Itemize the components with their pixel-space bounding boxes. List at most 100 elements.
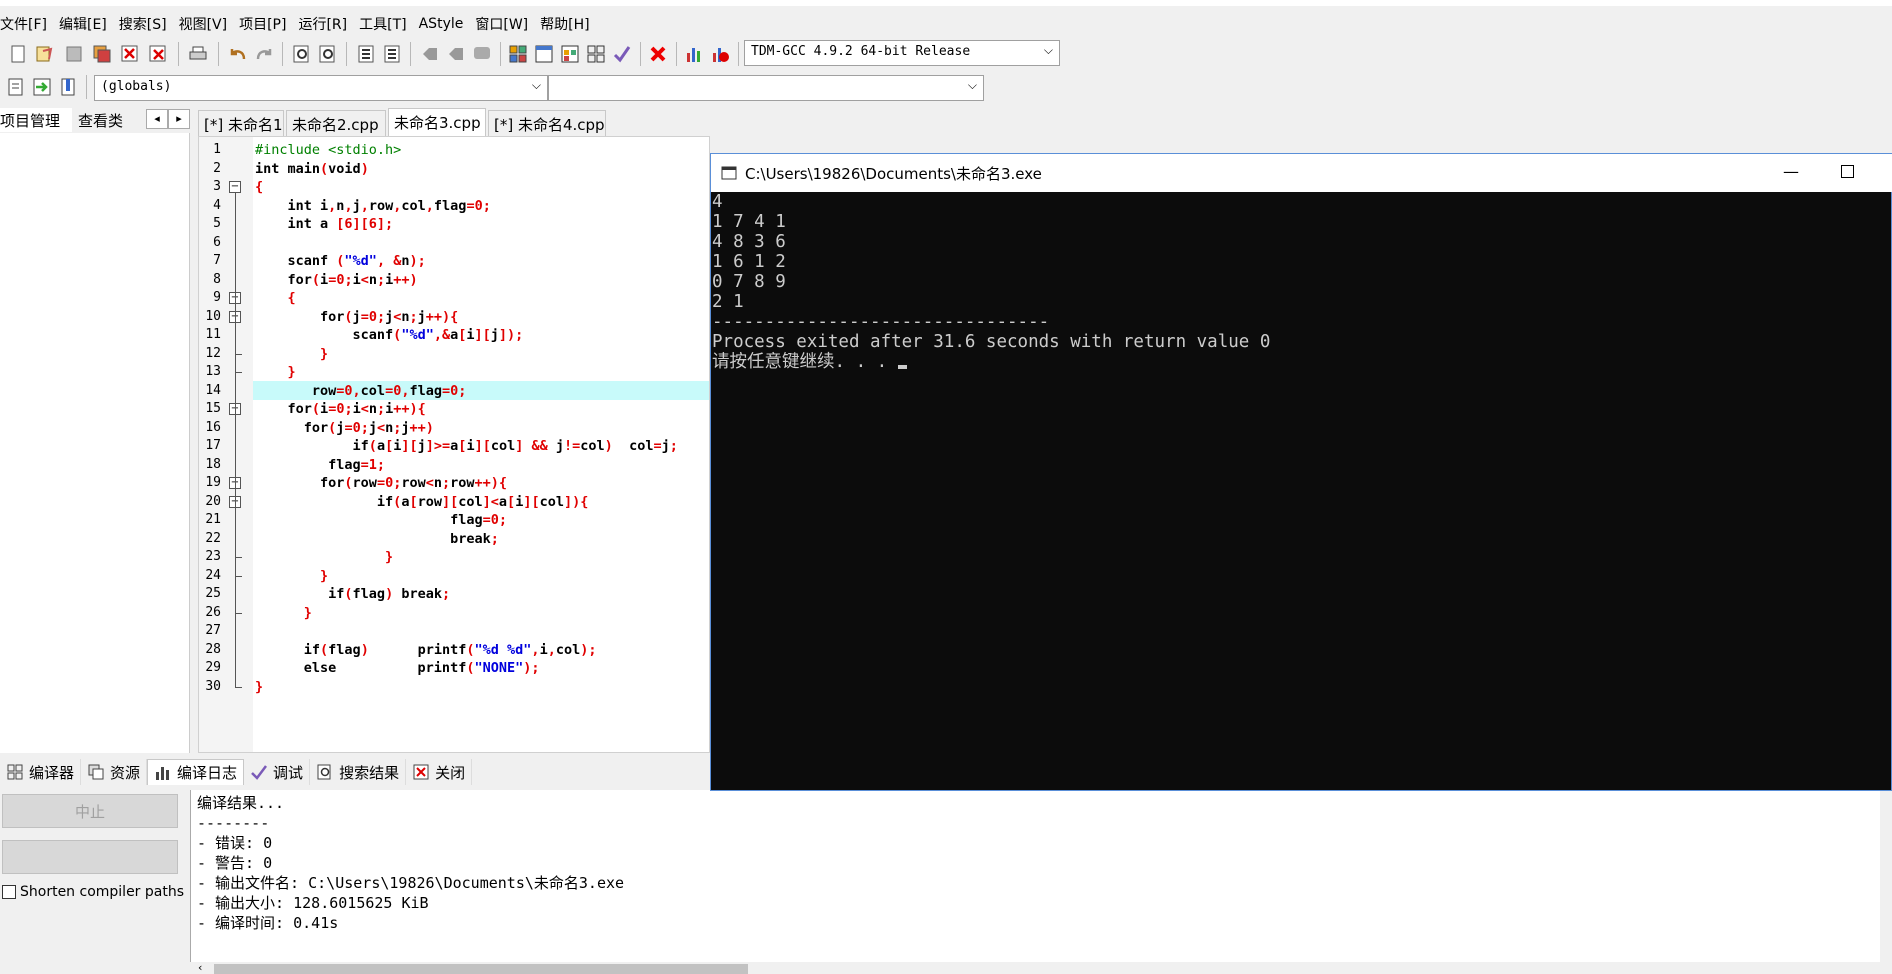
tab-scroll-left-icon[interactable]: ◂ bbox=[146, 109, 168, 129]
text-cursor bbox=[897, 365, 907, 369]
tab-resources[interactable]: 资源 bbox=[81, 759, 148, 785]
fold-end-marker bbox=[235, 372, 242, 373]
redo-icon[interactable] bbox=[252, 42, 276, 66]
syntax-check-icon[interactable] bbox=[610, 42, 634, 66]
abort-button[interactable]: 中止 bbox=[2, 794, 178, 828]
menu-tools[interactable]: 工具[T] bbox=[359, 14, 414, 34]
console-prompt-line: 请按任意键继续. . . bbox=[712, 352, 1892, 372]
tab-close-label: 关闭 bbox=[435, 763, 466, 782]
close-all-icon[interactable] bbox=[146, 42, 170, 66]
project-panel[interactable] bbox=[0, 133, 190, 753]
line-number: 12 bbox=[205, 345, 221, 361]
globals-select[interactable]: (globals) ⌵ bbox=[94, 75, 548, 101]
menu-help[interactable]: 帮助[H] bbox=[540, 14, 597, 34]
find-icon[interactable] bbox=[290, 42, 314, 66]
globals-select-value: (globals) bbox=[101, 79, 172, 94]
replace-icon[interactable] bbox=[316, 42, 340, 66]
tab-compiler[interactable]: 编译器 bbox=[0, 759, 82, 785]
tab-search-results[interactable]: 搜索结果 bbox=[310, 759, 407, 785]
menu-search[interactable]: 搜索[S] bbox=[119, 14, 175, 34]
scroll-left-icon[interactable]: ‹ bbox=[198, 961, 202, 974]
tab-project-manager[interactable]: 项目管理 bbox=[0, 108, 72, 132]
open-file-icon[interactable] bbox=[32, 42, 56, 66]
compile-run-icon[interactable] bbox=[558, 42, 582, 66]
menu-file[interactable]: 文件[F] bbox=[0, 14, 55, 34]
tab-scroll-right-icon[interactable]: ▸ bbox=[168, 109, 190, 129]
vertical-scrollbar[interactable] bbox=[1880, 790, 1892, 962]
toggle-bookmark-icon[interactable] bbox=[418, 42, 442, 66]
delete-profile-icon[interactable] bbox=[708, 42, 732, 66]
save-icon[interactable] bbox=[62, 42, 86, 66]
code-line: scanf("%d",&a[i][j]); bbox=[255, 327, 524, 343]
compiler-select[interactable]: TDM-GCC 4.9.2 64-bit Release ⌵ bbox=[744, 40, 1060, 66]
tab-file-3[interactable]: 未命名3.cpp bbox=[388, 108, 486, 136]
close-file-icon[interactable] bbox=[118, 42, 142, 66]
undo-icon[interactable] bbox=[226, 42, 250, 66]
save-all-icon[interactable] bbox=[90, 42, 114, 66]
tab-debug[interactable]: 调试 bbox=[244, 759, 311, 785]
tab-close[interactable]: 关闭 bbox=[406, 759, 473, 785]
console-output[interactable]: 4 1 7 4 1 4 8 3 6 1 6 1 2 0 7 8 9 2 1 --… bbox=[711, 192, 1892, 792]
code-line: else printf("NONE"); bbox=[255, 660, 540, 676]
menu-run[interactable]: 运行[R] bbox=[298, 14, 355, 34]
code-editor[interactable]: 1 2 3 4 5 6 7 8 9 10 11 12 13 14 15 16 17 18 19 20 21 22 23 24 2… bbox=[198, 136, 710, 753]
tab-compile-log[interactable]: 编译日志 bbox=[147, 759, 245, 785]
indent-icon[interactable] bbox=[354, 42, 378, 66]
menu-bar: 文件[F] 编辑[E] 搜索[S] 视图[V] 项目[P] 运行[R] 工具[T… bbox=[0, 12, 1892, 36]
unindent-icon[interactable] bbox=[380, 42, 404, 66]
line-number: 5 bbox=[213, 216, 221, 231]
shorten-paths-checkbox[interactable] bbox=[2, 885, 16, 899]
log-line: -------- bbox=[197, 814, 270, 832]
tab-class-browser[interactable]: 查看类 bbox=[78, 110, 138, 132]
code-line: for(j=0;j<n;j++) bbox=[255, 419, 434, 436]
menu-project[interactable]: 项目[P] bbox=[239, 14, 294, 34]
goto-bookmark-icon[interactable] bbox=[444, 42, 468, 66]
console-title-bar[interactable]: C:\Users\19826\Documents\未命名3.exe — bbox=[711, 154, 1892, 192]
tab-file-1[interactable]: [*] 未命名1 bbox=[198, 110, 284, 136]
menu-edit[interactable]: 编辑[E] bbox=[59, 14, 115, 34]
minimize-icon[interactable]: — bbox=[1783, 162, 1799, 181]
line-number: 24 bbox=[205, 567, 221, 583]
fold-toggle-icon[interactable]: − bbox=[229, 181, 241, 193]
fold-end-marker bbox=[235, 575, 242, 577]
line-number: 16 bbox=[205, 419, 221, 435]
check-icon bbox=[250, 763, 268, 781]
compile-icon[interactable] bbox=[506, 42, 530, 66]
menu-window[interactable]: 窗口[W] bbox=[475, 14, 536, 34]
code-line: } bbox=[287, 364, 296, 380]
log-line: - 错误: 0 bbox=[197, 834, 273, 852]
tab-file-2[interactable]: 未命名2.cpp bbox=[286, 110, 386, 136]
file-tabs: [*] 未命名1 未命名2.cpp 未命名3.cpp [*] 未命名4.cpp bbox=[198, 108, 708, 136]
console-window[interactable]: C:\Users\19826\Documents\未命名3.exe — 4 1 … bbox=[710, 153, 1892, 791]
code-line: for(i=0;i<n;i++) bbox=[255, 271, 418, 288]
line-number: 18 bbox=[205, 456, 221, 472]
insert-icon[interactable] bbox=[4, 75, 28, 99]
print-icon[interactable] bbox=[186, 42, 210, 66]
run-icon[interactable] bbox=[532, 42, 556, 66]
menu-astyle[interactable]: AStyle bbox=[419, 16, 472, 32]
tab-debug-label: 调试 bbox=[273, 763, 304, 782]
console-app-icon bbox=[721, 166, 737, 180]
log-line: - 警告: 0 bbox=[197, 854, 273, 872]
tab-file-4[interactable]: [*] 未命名4.cpp bbox=[488, 110, 606, 136]
code-line: int i,n,j,row,col,flag=0; bbox=[255, 197, 491, 214]
rebuild-icon[interactable] bbox=[584, 42, 608, 66]
code-line: int a [6][6]; bbox=[255, 216, 394, 232]
code-line: if(a[row][col]<a[i][col]){ bbox=[255, 493, 589, 510]
comment-icon[interactable] bbox=[470, 42, 494, 66]
goto-definition-icon[interactable] bbox=[30, 75, 54, 99]
line-number-gutter: 1 2 3 4 5 6 7 8 9 10 11 12 13 14 15 16 17 18 19 20 21 22 23 24 2… bbox=[199, 137, 253, 752]
profile-icon[interactable] bbox=[682, 42, 706, 66]
new-file-icon[interactable] bbox=[6, 42, 30, 66]
menu-view[interactable]: 视图[V] bbox=[179, 14, 236, 34]
tab-compile-log-label: 编译日志 bbox=[177, 764, 238, 782]
line-number: 21 bbox=[205, 512, 221, 527]
maximize-icon[interactable] bbox=[1841, 165, 1854, 178]
function-select[interactable]: ⌵ bbox=[548, 75, 984, 101]
line-number: 29 bbox=[205, 660, 221, 675]
resources-icon bbox=[87, 763, 105, 781]
bookmark-icon[interactable] bbox=[56, 75, 80, 99]
compile-log[interactable]: 编译结果... -------- - 错误: 0 - 警告: 0 - 输出文件名… bbox=[190, 790, 1892, 964]
stop-execution-icon[interactable] bbox=[646, 42, 670, 66]
horizontal-scrollbar-thumb[interactable] bbox=[214, 964, 748, 974]
